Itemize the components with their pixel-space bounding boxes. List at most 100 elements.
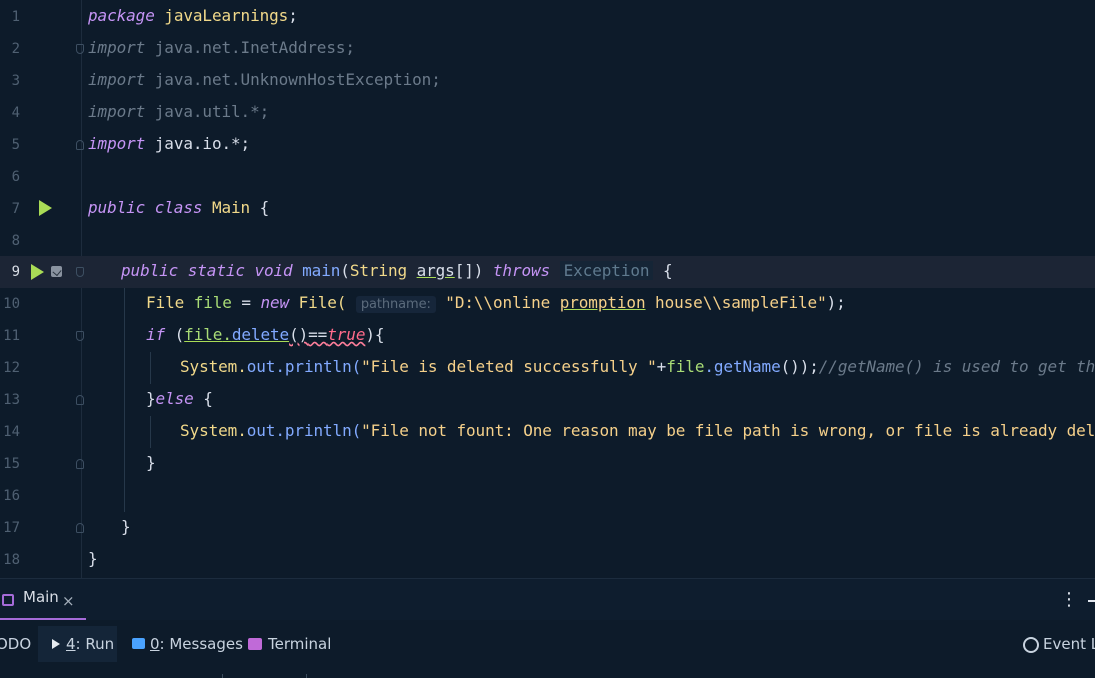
indent-guide: [124, 288, 125, 512]
line-number: 12: [3, 360, 20, 376]
minimize-icon[interactable]: [1088, 600, 1095, 602]
keyword: package: [88, 6, 155, 25]
class-name: Main: [211, 198, 251, 217]
code-line-15[interactable]: 15 }: [0, 448, 1095, 480]
more-options-icon[interactable]: ⋮: [1060, 589, 1078, 610]
brace: {: [662, 261, 673, 280]
line-number: 13: [3, 392, 20, 408]
line-number: 11: [3, 328, 20, 344]
import-path: java.util.*;: [154, 102, 270, 121]
brace: }: [146, 389, 156, 408]
run-method-icon[interactable]: [31, 264, 44, 280]
string: "D:\\online: [445, 293, 560, 312]
type: String: [349, 261, 408, 280]
tab-main[interactable]: Main ×: [0, 579, 86, 621]
run-tool-button[interactable]: 4: Run: [38, 626, 117, 662]
keyword: throws: [492, 261, 551, 280]
string: "File not fount: One reason may be file …: [361, 421, 1095, 440]
line-number: 2: [11, 41, 20, 57]
fold-end-icon[interactable]: [76, 459, 84, 469]
punctuation: );: [826, 293, 846, 312]
line-number: 9: [11, 264, 20, 280]
code-line-9[interactable]: 9 public static void main(String args[])…: [0, 256, 1095, 288]
indent-guide: [150, 416, 151, 448]
operator: ==: [308, 325, 328, 344]
code-editor[interactable]: 1 package javaLearnings; 2 import java.n…: [0, 0, 1095, 578]
line-number: 16: [3, 488, 20, 504]
terminal-icon: [248, 638, 262, 650]
code-line-2[interactable]: 2 import java.net.InetAddress;: [0, 33, 1095, 65]
keyword: if: [146, 325, 166, 344]
method-call: .println(: [275, 357, 362, 376]
fold-marker-icon[interactable]: [76, 44, 84, 54]
code-line-11[interactable]: 11 if (file.delete()==true){: [0, 320, 1095, 352]
todo-tool-button[interactable]: ODO: [0, 626, 31, 662]
code-line-5[interactable]: 5 import java.io.*;: [0, 129, 1095, 161]
code-line-17[interactable]: 17 }: [0, 512, 1095, 544]
run-shortcut: 4: [66, 635, 76, 653]
messages-shortcut: 0: [150, 635, 160, 653]
fold-end-icon[interactable]: [76, 523, 84, 533]
param: args: [416, 261, 455, 280]
brace: {: [193, 389, 213, 408]
close-icon[interactable]: ×: [62, 592, 75, 610]
status-divider: [222, 674, 223, 678]
type: File: [146, 293, 185, 312]
code-line-4[interactable]: 4 import java.util.*;: [0, 97, 1095, 129]
fold-marker-icon[interactable]: [76, 331, 84, 341]
comment: //getName() is used to get the file Name: [818, 357, 1095, 376]
code-line-8[interactable]: 8: [0, 225, 1095, 257]
package-name: javaLearnings: [164, 6, 289, 25]
event-log-label: Event Lo: [1043, 635, 1095, 653]
variable: file: [666, 357, 705, 376]
constructor: File(: [298, 293, 347, 312]
code-line-7[interactable]: 7 public class Main {: [0, 193, 1095, 225]
bookmark-icon[interactable]: [51, 266, 62, 277]
code-line-16[interactable]: 16: [0, 480, 1095, 512]
line-number: 7: [11, 201, 20, 217]
code-line-6[interactable]: 6: [0, 161, 1095, 193]
line-number: 18: [3, 552, 20, 568]
string: house\\sampleFile": [645, 293, 827, 312]
class-ref: System.: [180, 357, 247, 376]
fold-end-icon[interactable]: [76, 395, 84, 405]
code-line-10[interactable]: 10 File file = new File( pathname: "D:\\…: [0, 288, 1095, 320]
operator: +: [656, 357, 667, 376]
variable: file: [193, 293, 232, 312]
code-line-18[interactable]: 18 }: [0, 544, 1095, 576]
messages-label: : Messages: [159, 635, 243, 653]
tab-label: Main: [23, 588, 59, 606]
fold-end-icon[interactable]: [76, 140, 84, 150]
keyword: import: [88, 38, 146, 57]
run-class-icon[interactable]: [39, 200, 52, 216]
keyword: public static void: [121, 261, 293, 280]
keyword: import: [88, 70, 146, 89]
brace: }: [121, 517, 131, 536]
tool-window-bar: ODO 4: Run 0: Messages Terminal Event Lo: [0, 620, 1095, 678]
code-line-14[interactable]: 14 System.out.println("File not fount: O…: [0, 416, 1095, 448]
line-number: 6: [11, 169, 20, 185]
import-path: java.net.UnknownHostException;: [154, 70, 441, 89]
status-divider: [306, 674, 307, 678]
keyword: else: [155, 389, 194, 408]
editor-tab-bar: Main × ⋮: [0, 578, 1095, 621]
line-number: 4: [11, 105, 20, 121]
code-line-3[interactable]: 3 import java.net.UnknownHostException;: [0, 65, 1095, 97]
class-ref: System.: [180, 421, 247, 440]
code-line-1[interactable]: 1 package javaLearnings;: [0, 1, 1095, 33]
line-number: 8: [11, 233, 20, 249]
keyword: import: [88, 102, 146, 121]
method-call: .println(: [275, 421, 362, 440]
paren: (: [340, 261, 350, 280]
param-hint: pathname:: [355, 296, 436, 313]
brace: }: [88, 549, 98, 568]
keyword: import: [88, 134, 146, 153]
code-line-13[interactable]: 13 }else {: [0, 384, 1095, 416]
play-icon: [52, 639, 60, 649]
run-label: : Run: [75, 635, 115, 653]
event-log-icon: [1023, 637, 1039, 653]
code-line-12[interactable]: 12 System.out.println("File is deleted s…: [0, 352, 1095, 384]
field: out: [246, 357, 276, 376]
fold-marker-icon[interactable]: [76, 267, 84, 277]
line-number: 14: [3, 424, 20, 440]
